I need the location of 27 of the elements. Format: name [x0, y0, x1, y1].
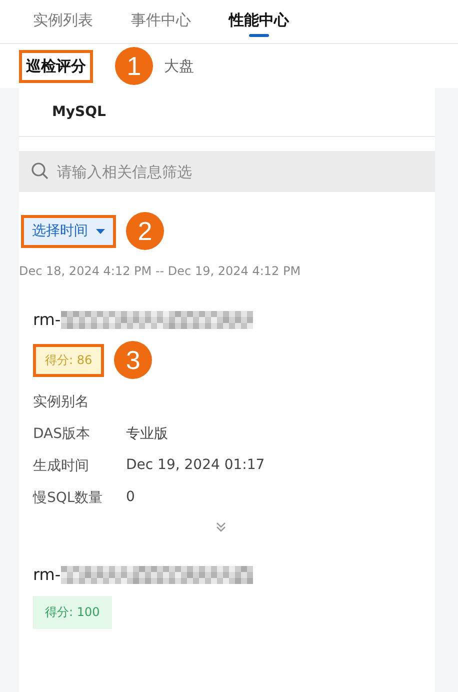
detail-value: 专业版: [126, 425, 168, 443]
instance-name: rm-: [33, 310, 61, 329]
detail-value: Dec 19, 2024 01:17: [126, 457, 265, 475]
score-badge: 得分: 86: [33, 344, 104, 376]
detail-label: 生成时间: [33, 457, 90, 475]
tab[interactable]: 事件中心: [131, 0, 191, 44]
tab[interactable]: 巡检评分: [19, 50, 93, 82]
detail-label: 慢SQL数量: [33, 489, 104, 507]
tab[interactable]: 性能中心: [229, 0, 289, 44]
time-range: Dec 18, 2024 4:12 PM -- Dec 19, 2024 4:12 PM: [19, 264, 302, 278]
tab-underline: [249, 34, 269, 37]
caret-icon: [96, 228, 105, 234]
search-icon: [31, 162, 49, 180]
score-badge: 得分: 100: [33, 596, 112, 629]
tab[interactable]: 大盘: [157, 50, 201, 82]
time-select-button[interactable]: 选择时间: [21, 214, 116, 248]
detail-label: 实例别名: [33, 393, 90, 411]
detail-label: DAS版本: [33, 425, 91, 443]
step-marker: 2: [126, 212, 164, 250]
engine-title: MySQL: [19, 88, 435, 137]
tab[interactable]: 实例列表: [33, 0, 93, 44]
detail-value: 0: [126, 489, 135, 507]
instance-name: rm-: [33, 565, 61, 584]
step-marker: 1: [115, 47, 153, 85]
search-field[interactable]: 请输入相关信息筛选: [19, 151, 435, 192]
step-marker: 3: [114, 341, 152, 379]
expand-icon[interactable]: [215, 521, 227, 533]
